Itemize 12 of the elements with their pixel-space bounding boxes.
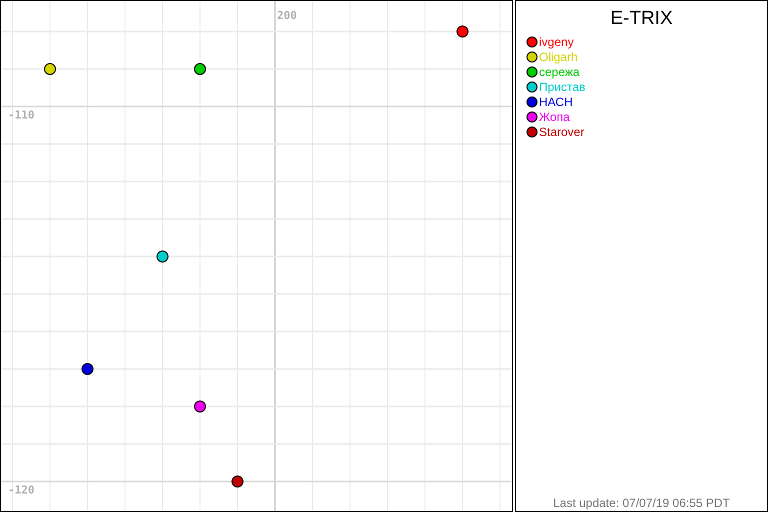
legend-label: Пристав (539, 80, 586, 94)
last-update-text: Last update: 07/07/19 06:55 PDT (552, 496, 731, 510)
legend-label: Oligarh (539, 50, 578, 64)
legend-label: сережа (539, 64, 580, 78)
coordinate-label: -110 (8, 108, 34, 122)
legend-label: Жопа (539, 110, 570, 124)
legend-label: ivgeny (539, 34, 574, 48)
legend-label: НАСН (539, 94, 573, 108)
legend-title: E-TRIX (609, 8, 674, 30)
legend-label: Starover (539, 124, 584, 138)
coordinate-label: 200 (277, 9, 297, 22)
coordinate-label: -120 (8, 484, 34, 496)
